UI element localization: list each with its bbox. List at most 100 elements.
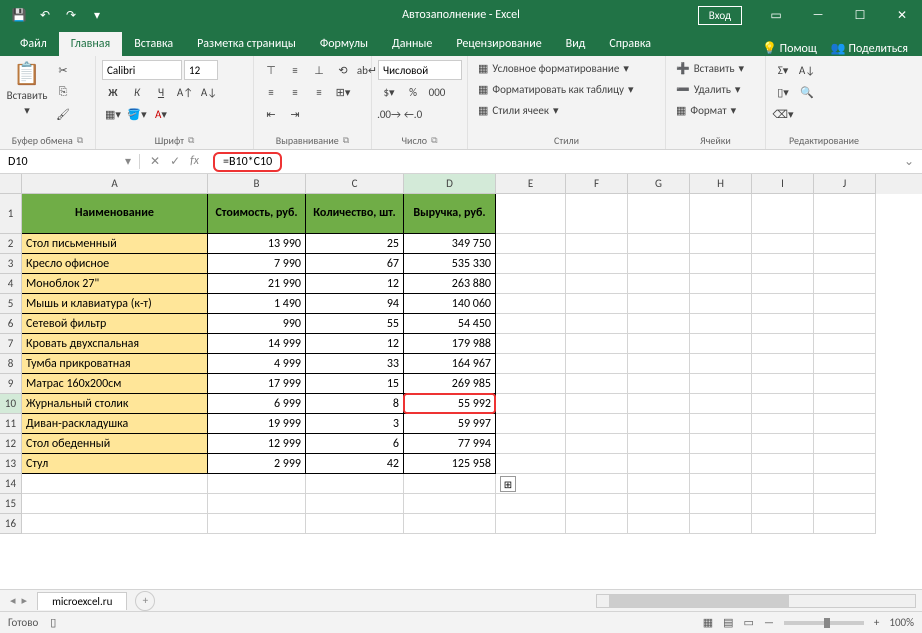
zoom-value[interactable]: 100% — [889, 616, 914, 629]
col-header-E[interactable]: E — [496, 174, 566, 194]
cell-J6[interactable] — [814, 314, 876, 334]
col-header-G[interactable]: G — [628, 174, 690, 194]
cell-D9[interactable]: 269 985 — [404, 374, 496, 394]
percent-icon[interactable]: % — [402, 82, 424, 102]
cell-B5[interactable]: 1 490 — [208, 294, 306, 314]
tab-help[interactable]: Справка — [597, 32, 663, 56]
row-header-16[interactable]: 16 — [0, 514, 22, 534]
cell-D10[interactable]: 55 992 — [404, 394, 496, 414]
cell-E4[interactable] — [496, 274, 566, 294]
increase-decimal-icon[interactable]: .00→ — [378, 104, 400, 124]
cell-G5[interactable] — [628, 294, 690, 314]
insert-cells-button[interactable]: ➕ Вставить ▾ — [672, 60, 748, 77]
row-header-9[interactable]: 9 — [0, 374, 22, 394]
orientation-icon[interactable]: ⟲ — [332, 60, 354, 80]
cell-J12[interactable] — [814, 434, 876, 454]
cell-J2[interactable] — [814, 234, 876, 254]
cell-H1[interactable] — [690, 194, 752, 234]
minimize-icon[interactable]: — — [798, 0, 838, 30]
cell-G14[interactable] — [628, 474, 690, 494]
accept-formula-icon[interactable]: ✓ — [170, 154, 180, 169]
cell-F3[interactable] — [566, 254, 628, 274]
cell-F14[interactable] — [566, 474, 628, 494]
autosum-icon[interactable]: Σ▾ — [772, 60, 794, 80]
col-header-C[interactable]: C — [306, 174, 404, 194]
cell-H11[interactable] — [690, 414, 752, 434]
select-all-corner[interactable] — [0, 174, 22, 194]
cell-G12[interactable] — [628, 434, 690, 454]
cell-C10[interactable]: 8 — [306, 394, 404, 414]
cell-A3[interactable]: Кресло офисное — [22, 254, 208, 274]
align-top-icon[interactable]: ⊤ — [260, 60, 282, 80]
cell-G9[interactable] — [628, 374, 690, 394]
cell-A11[interactable]: Диван-раскладушка — [22, 414, 208, 434]
cell-E1[interactable] — [496, 194, 566, 234]
cell-I2[interactable] — [752, 234, 814, 254]
comma-icon[interactable]: 000 — [426, 82, 448, 102]
cell-B16[interactable] — [208, 514, 306, 534]
cell-G6[interactable] — [628, 314, 690, 334]
cell-E8[interactable] — [496, 354, 566, 374]
cell-I1[interactable] — [752, 194, 814, 234]
cell-D3[interactable]: 535 330 — [404, 254, 496, 274]
cell-D1[interactable]: Выручка, руб. — [404, 194, 496, 234]
cell-H3[interactable] — [690, 254, 752, 274]
cell-D12[interactable]: 77 994 — [404, 434, 496, 454]
cell-I7[interactable] — [752, 334, 814, 354]
cell-E6[interactable] — [496, 314, 566, 334]
cell-I16[interactable] — [752, 514, 814, 534]
col-header-B[interactable]: B — [208, 174, 306, 194]
zoom-slider[interactable] — [784, 621, 864, 625]
row-header-14[interactable]: 14 — [0, 474, 22, 494]
number-format-select[interactable] — [378, 60, 462, 80]
paste-button[interactable]: 📋 Вставить ▾ — [6, 60, 48, 117]
cell-D16[interactable] — [404, 514, 496, 534]
clipboard-launcher-icon[interactable]: ⧉ — [77, 135, 83, 146]
row-header-5[interactable]: 5 — [0, 294, 22, 314]
align-right-icon[interactable]: ≡ — [308, 82, 330, 102]
fx-icon[interactable]: fx — [190, 154, 199, 169]
cell-A5[interactable]: Мышь и клавиатура (к-т) — [22, 294, 208, 314]
row-header-1[interactable]: 1 — [0, 194, 22, 234]
cell-C1[interactable]: Количество, шт. — [306, 194, 404, 234]
cell-C2[interactable]: 25 — [306, 234, 404, 254]
cell-B1[interactable]: Стоимость, руб. — [208, 194, 306, 234]
cell-D8[interactable]: 164 967 — [404, 354, 496, 374]
cell-J13[interactable] — [814, 454, 876, 474]
cell-I14[interactable] — [752, 474, 814, 494]
clear-icon[interactable]: ⌫▾ — [772, 104, 794, 124]
spreadsheet-grid[interactable]: ABCDEFGHIJ 12345678910111213141516 Наиме… — [0, 174, 922, 589]
cell-E16[interactable] — [496, 514, 566, 534]
view-break-icon[interactable]: ▭ — [744, 616, 754, 629]
cancel-formula-icon[interactable]: ✕ — [150, 154, 160, 169]
cell-B10[interactable]: 6 999 — [208, 394, 306, 414]
cell-J16[interactable] — [814, 514, 876, 534]
cell-B8[interactable]: 4 999 — [208, 354, 306, 374]
cell-C7[interactable]: 12 — [306, 334, 404, 354]
sheet-nav-next-icon[interactable]: ▸ — [22, 594, 28, 607]
cell-F1[interactable] — [566, 194, 628, 234]
cell-I11[interactable] — [752, 414, 814, 434]
cell-D5[interactable]: 140 060 — [404, 294, 496, 314]
cell-D13[interactable]: 125 958 — [404, 454, 496, 474]
cell-J4[interactable] — [814, 274, 876, 294]
cell-F4[interactable] — [566, 274, 628, 294]
alignment-launcher-icon[interactable]: ⧉ — [343, 135, 349, 146]
cell-A6[interactable]: Сетевой фильтр — [22, 314, 208, 334]
cell-B15[interactable] — [208, 494, 306, 514]
font-color-icon[interactable]: A▾ — [150, 104, 172, 124]
cell-H15[interactable] — [690, 494, 752, 514]
cell-F9[interactable] — [566, 374, 628, 394]
grow-font-icon[interactable]: A↑ — [174, 82, 196, 102]
currency-icon[interactable]: $▾ — [378, 82, 400, 102]
col-header-A[interactable]: A — [22, 174, 208, 194]
cell-A1[interactable]: Наименование — [22, 194, 208, 234]
cell-B14[interactable] — [208, 474, 306, 494]
format-cells-button[interactable]: ▦ Формат ▾ — [672, 102, 740, 119]
horizontal-scrollbar[interactable] — [596, 594, 916, 608]
cell-B11[interactable]: 19 999 — [208, 414, 306, 434]
cell-E12[interactable] — [496, 434, 566, 454]
fill-icon[interactable]: ▯▾ — [772, 82, 794, 102]
cell-B6[interactable]: 990 — [208, 314, 306, 334]
cell-C14[interactable] — [306, 474, 404, 494]
